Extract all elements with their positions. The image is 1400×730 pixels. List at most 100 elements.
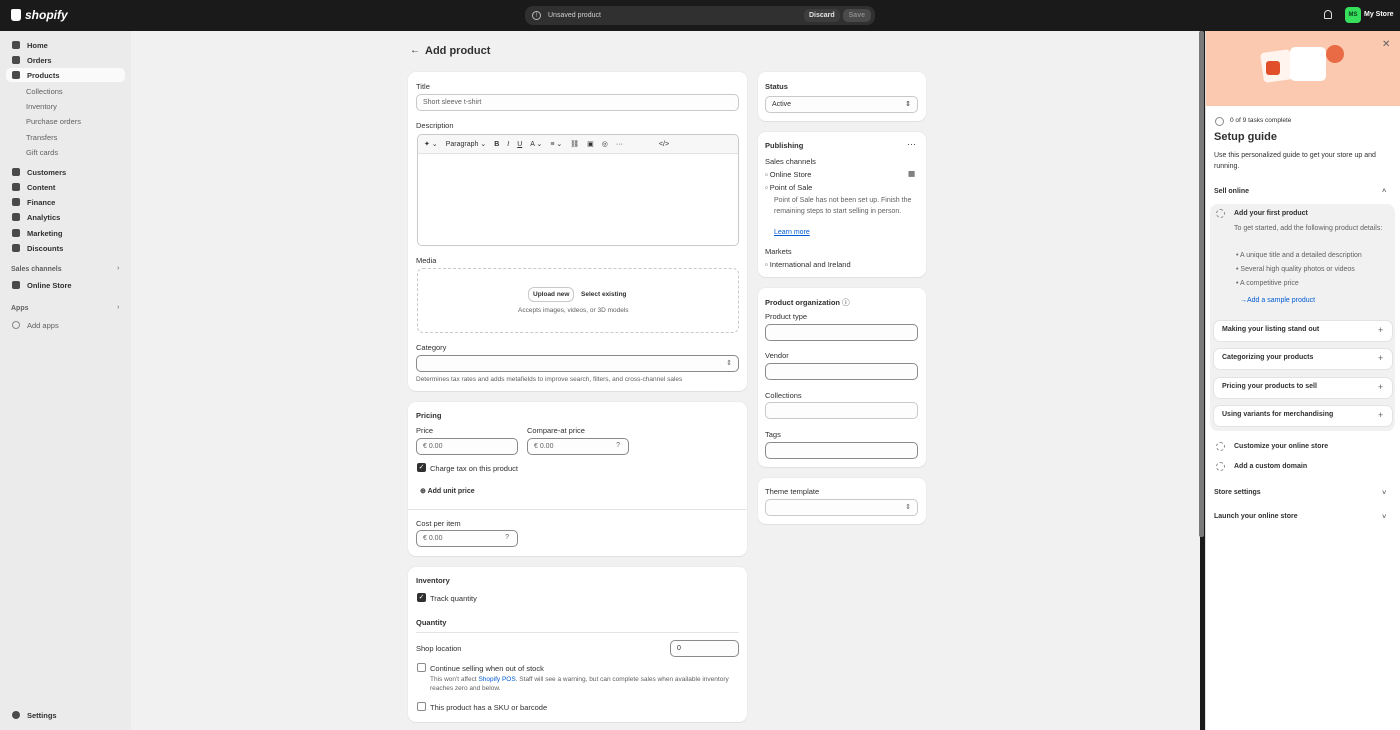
shopify-pos-link[interactable]: Shopify POS [478,676,515,683]
price-label: Price [416,426,434,435]
select-existing-link[interactable]: Select existing [581,291,627,298]
task-custom-domain[interactable]: Add a custom domain [1234,463,1307,470]
tags-input[interactable] [765,442,918,459]
sidebar-item-inventory[interactable]: Inventory [26,102,57,111]
sidebar-item-collections[interactable]: Collections [26,87,63,96]
content-icon [12,183,20,191]
calendar-icon[interactable]: ▦ [908,169,915,178]
theme-template-select[interactable]: ⇕ [765,499,918,516]
sidebar-item-content[interactable]: Content [6,180,125,194]
vendor-input[interactable] [765,363,918,380]
divider [416,632,739,633]
upload-new-button[interactable]: Upload new [529,288,574,301]
underline-icon[interactable]: U [517,141,522,148]
task-description: To get started, add the following produc… [1234,225,1383,232]
title-input[interactable]: Short sleeve t-shirt [416,94,739,111]
help-icon[interactable]: ? [616,442,620,449]
info-icon[interactable]: ⓘ [842,298,850,307]
more-icon[interactable]: ··· [616,141,623,148]
arrow-right-icon: → [1240,297,1247,304]
cost-input[interactable]: € 0.00? [416,530,518,547]
task-circle-icon[interactable] [1216,209,1225,218]
sidebar-item-purchase-orders[interactable]: Purchase orders [26,117,81,126]
media-dropzone[interactable] [417,268,739,333]
close-icon[interactable]: ✕ [1382,39,1390,50]
product-type-input[interactable] [765,324,918,341]
sidebar-item-gift-cards[interactable]: Gift cards [26,148,58,157]
sidebar-item-label: Discounts [27,243,64,253]
add-sample-product-link[interactable]: →Add a sample product [1240,297,1315,304]
bell-icon[interactable] [1324,10,1332,19]
sidebar-item-customers[interactable]: Customers [6,165,125,179]
add-unit-price-label: Add unit price [427,488,475,495]
accordion-listing[interactable]: Making your listing stand out + [1214,321,1392,341]
sidebar-section-apps[interactable]: Apps › [11,304,119,312]
track-quantity-checkbox[interactable]: ✓ [417,593,426,602]
sell-online-heading[interactable]: Sell online [1214,188,1249,195]
sidebar-item-label: Products [27,70,60,80]
accordion-variants[interactable]: Using variants for merchandising + [1214,406,1392,426]
sidebar-item-analytics[interactable]: Analytics [6,210,125,224]
quantity-input[interactable]: 0 [670,640,739,657]
sidebar-item-finance[interactable]: Finance [6,195,125,209]
category-select[interactable]: ⇕ [416,355,739,372]
sidebar-item-add-apps[interactable]: Add apps [6,318,125,332]
chevron-up-icon[interactable]: ˄ [1382,186,1386,195]
store-settings-heading[interactable]: Store settings [1214,489,1261,496]
help-icon[interactable]: ? [505,534,509,541]
chevron-down-icon[interactable]: ˅ [1382,488,1386,497]
avatar[interactable]: MS [1345,7,1361,23]
sidebar-item-home[interactable]: Home [6,38,125,52]
discard-button[interactable]: Discard [803,9,840,22]
sidebar-item-marketing[interactable]: Marketing [6,226,125,240]
collections-input[interactable] [765,402,918,419]
save-button[interactable]: Save [842,9,871,22]
more-horizontal-icon[interactable]: ··· [907,139,916,149]
align-icon[interactable]: ≡ ⌄ [550,140,562,148]
compare-price-input[interactable]: € 0.00? [527,438,629,455]
sidebar-item-online-store[interactable]: Online Store [6,278,125,292]
sidebar-item-settings[interactable]: Settings [6,708,125,722]
paragraph-select[interactable]: Paragraph ⌄ [446,140,487,148]
charge-tax-checkbox[interactable]: ✓ [417,463,426,472]
scrollbar[interactable] [1199,31,1204,537]
video-icon[interactable]: ◎ [602,140,608,148]
charge-tax-label: Charge tax on this product [430,464,518,473]
bold-icon[interactable]: B [494,141,499,148]
accordion-pricing[interactable]: Pricing your products to sell + [1214,378,1392,398]
launch-store-heading[interactable]: Launch your online store [1214,513,1298,520]
continue-selling-checkbox[interactable] [417,663,426,672]
sku-checkbox[interactable] [417,702,426,711]
link-text: Add a sample product [1247,297,1316,304]
add-unit-price-button[interactable]: ⊕ Add unit price [420,487,475,495]
task-circle-icon[interactable] [1216,462,1225,471]
shopify-logo[interactable]: shopify [11,8,68,22]
description-editor[interactable]: ✦ ⌄ Paragraph ⌄ B I U A ⌄ ≡ ⌄ ⛓ ▣ ◎ ··· … [417,134,739,246]
status-select[interactable]: Active ⇕ [765,96,918,113]
sidebar-item-discounts[interactable]: Discounts [6,241,125,255]
plus-icon: + [1378,410,1384,420]
sidebar-item-transfers[interactable]: Transfers [26,133,57,142]
learn-more-link[interactable]: Learn more [774,228,810,237]
collections-label: Collections [765,391,802,400]
sidebar-section-sales-channels[interactable]: Sales channels › [11,265,119,273]
task-circle-icon[interactable] [1216,442,1225,451]
task-add-first-product[interactable]: Add your first product [1234,210,1308,217]
back-arrow-icon[interactable]: ← [410,45,420,56]
sidebar-item-orders[interactable]: Orders [6,53,125,67]
store-name[interactable]: My Store [1364,11,1394,18]
sidebar-item-products[interactable]: Products [6,68,125,82]
accordion-categorizing[interactable]: Categorizing your products + [1214,349,1392,369]
italic-icon[interactable]: I [507,141,509,148]
image-icon[interactable]: ▣ [587,140,594,148]
link-icon[interactable]: ⛓ [570,140,579,148]
code-icon[interactable]: </> [659,141,669,148]
text-color-icon[interactable]: A ⌄ [530,140,542,148]
chevron-down-icon[interactable]: ˅ [1382,512,1386,521]
magic-icon[interactable]: ✦ ⌄ [424,140,438,148]
task-customize-store[interactable]: Customize your online store [1234,443,1328,450]
accordion-label: Making your listing stand out [1222,326,1320,333]
title-label: Title [416,82,430,91]
sidebar-item-label: Home [27,40,48,50]
price-input[interactable]: € 0.00 [416,438,518,455]
